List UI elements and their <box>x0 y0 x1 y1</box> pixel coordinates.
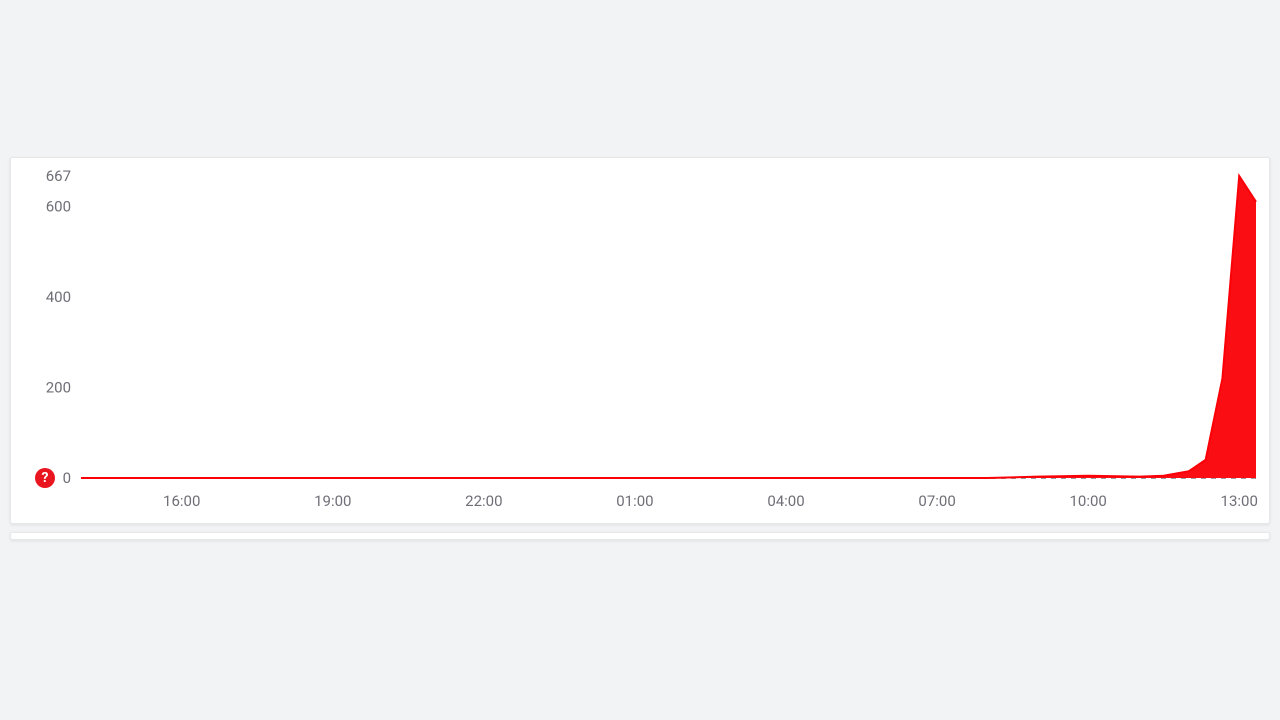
svg-text:22:00: 22:00 <box>465 492 502 510</box>
svg-text:04:00: 04:00 <box>767 492 804 510</box>
chart-plot-area: 0 200 400 600 667 16:00 19:00 22:00 01:00 04:00 07… <box>11 158 1269 523</box>
chart-panel: 0 200 400 600 667 16:00 19:00 22:00 01:00 04:00 07… <box>10 157 1270 524</box>
next-panel-top <box>10 532 1270 540</box>
svg-text:0: 0 <box>63 469 71 487</box>
svg-text:400: 400 <box>46 288 71 306</box>
help-icon[interactable]: ? <box>35 468 55 488</box>
svg-text:600: 600 <box>46 197 71 215</box>
svg-text:10:00: 10:00 <box>1069 492 1106 510</box>
svg-text:01:00: 01:00 <box>616 492 653 510</box>
svg-text:19:00: 19:00 <box>314 492 351 510</box>
help-icon-label: ? <box>42 470 49 486</box>
svg-text:200: 200 <box>46 378 71 396</box>
svg-text:07:00: 07:00 <box>918 492 955 510</box>
area-chart: 0 200 400 600 667 16:00 19:00 22:00 01:00 04:00 07… <box>11 158 1271 523</box>
svg-text:13:00: 13:00 <box>1221 492 1258 510</box>
svg-text:667: 667 <box>46 167 71 185</box>
svg-text:16:00: 16:00 <box>163 492 200 510</box>
